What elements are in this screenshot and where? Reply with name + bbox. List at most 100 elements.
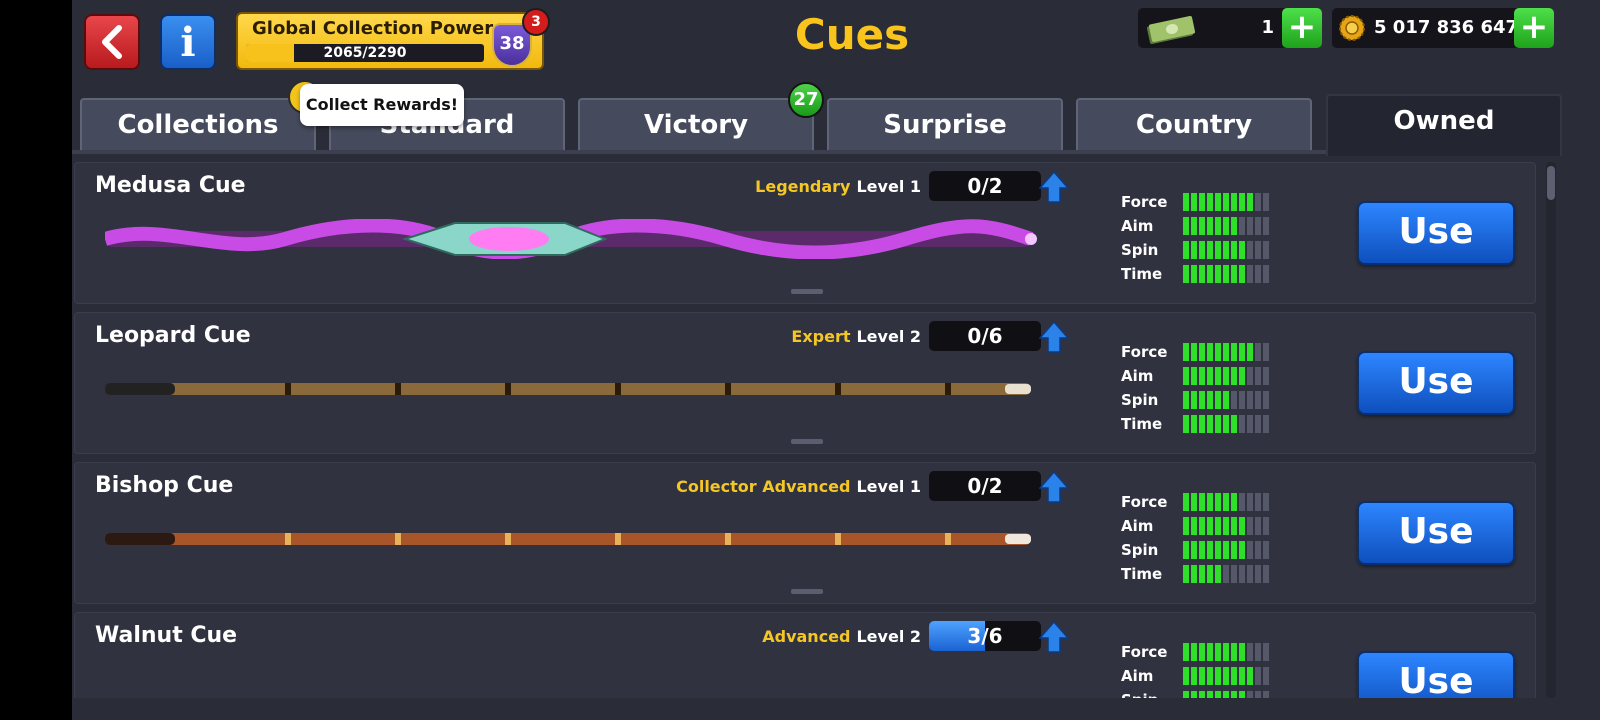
stat-bar-force — [1183, 193, 1269, 211]
notification-badge: 3 — [522, 8, 550, 36]
back-arrow-icon — [102, 25, 122, 59]
cue-stats: Force Aim Spin Time — [1121, 341, 1281, 437]
stat-label-force: Force — [1121, 193, 1168, 211]
stat-segment — [1223, 493, 1229, 511]
stat-segment — [1207, 517, 1213, 535]
stat-segment — [1239, 667, 1245, 685]
stat-segment — [1215, 667, 1221, 685]
upgrade-arrow-icon[interactable] — [1039, 321, 1069, 353]
stat-segment — [1239, 643, 1245, 661]
card-expand-handle[interactable] — [791, 439, 823, 444]
stat-bar-force — [1183, 643, 1269, 661]
stat-segment — [1263, 565, 1269, 583]
stat-segment — [1207, 367, 1213, 385]
stat-segment — [1191, 367, 1197, 385]
stat-segment — [1199, 265, 1205, 283]
stat-segment — [1199, 391, 1205, 409]
upgrade-arrow-icon[interactable] — [1039, 621, 1069, 653]
stat-segment — [1215, 493, 1221, 511]
stat-segment — [1183, 643, 1189, 661]
stat-segment — [1239, 541, 1245, 559]
stat-segment — [1183, 367, 1189, 385]
stat-segment — [1247, 343, 1253, 361]
stat-segment — [1191, 565, 1197, 583]
tab-country[interactable]: Country — [1076, 98, 1312, 150]
stat-row-aim: Aim — [1121, 665, 1281, 689]
stat-segment — [1255, 517, 1261, 535]
stat-segment — [1239, 193, 1245, 211]
cue-card-walnut-cue: Walnut Cue Advanced Level 2 3/6 Force Aim S… — [74, 612, 1536, 698]
add-cash-button[interactable]: + — [1282, 8, 1322, 48]
stat-segment — [1255, 493, 1261, 511]
card-expand-handle[interactable] — [791, 289, 823, 294]
stat-segment — [1263, 493, 1269, 511]
cue-image — [105, 383, 1031, 395]
stat-segment — [1191, 493, 1197, 511]
add-coins-button[interactable]: + — [1514, 8, 1554, 48]
stat-segment — [1231, 667, 1237, 685]
stat-bar-time — [1183, 265, 1269, 283]
stat-segment — [1247, 517, 1253, 535]
card-expand-handle[interactable] — [791, 589, 823, 594]
stat-bar-aim — [1183, 667, 1269, 685]
scrollbar-thumb[interactable] — [1547, 166, 1555, 200]
stat-segment — [1231, 643, 1237, 661]
coin-icon — [1339, 15, 1365, 41]
cue-name: Walnut Cue — [95, 623, 238, 648]
stat-segment — [1191, 343, 1197, 361]
tab-owned[interactable]: Owned — [1326, 94, 1562, 156]
stat-segment — [1263, 541, 1269, 559]
cue-name: Medusa Cue — [95, 173, 246, 198]
use-cue-button[interactable]: Use — [1357, 651, 1515, 698]
stat-segment — [1231, 367, 1237, 385]
stat-segment — [1183, 241, 1189, 259]
cue-rarity: Advanced — [762, 627, 851, 646]
upgrade-arrow-icon[interactable] — [1039, 471, 1069, 503]
stat-segment — [1199, 415, 1205, 433]
info-button[interactable]: i — [160, 14, 216, 70]
tab-victory[interactable]: Victory — [578, 98, 814, 150]
use-cue-button[interactable]: Use — [1357, 351, 1515, 415]
cue-rarity: Collector Advanced — [676, 477, 851, 496]
stat-segment — [1207, 241, 1213, 259]
stat-segment — [1183, 217, 1189, 235]
info-icon: i — [180, 18, 196, 66]
stat-segment — [1255, 391, 1261, 409]
stat-segment — [1191, 643, 1197, 661]
stat-segment — [1191, 517, 1197, 535]
back-button[interactable] — [84, 14, 140, 70]
stat-segment — [1191, 541, 1197, 559]
victory-tab-badge: 27 — [788, 82, 824, 118]
stat-segment — [1239, 265, 1245, 283]
stat-segment — [1223, 691, 1229, 698]
cue-level: Level 2 — [856, 327, 921, 346]
cue-upgrade-progress-text: 0/6 — [967, 324, 1003, 348]
stat-segment — [1263, 667, 1269, 685]
collect-rewards-tooltip[interactable]: Collect Rewards! — [300, 84, 464, 126]
stat-segment — [1223, 565, 1229, 583]
stat-segment — [1223, 217, 1229, 235]
use-cue-button[interactable]: Use — [1357, 201, 1515, 265]
cue-list-scrollbar[interactable] — [1546, 162, 1556, 698]
stat-label-aim: Aim — [1121, 667, 1154, 685]
stat-segment — [1255, 667, 1261, 685]
upgrade-arrow-icon[interactable] — [1039, 171, 1069, 203]
stat-segment — [1215, 643, 1221, 661]
tab-collections[interactable]: Collections — [80, 98, 316, 150]
cue-rarity-level: Expert Level 2 — [791, 327, 921, 346]
coin-counter: 5 017 836 647 + — [1332, 8, 1554, 48]
cue-level: Level 1 — [856, 477, 921, 496]
stat-segment — [1247, 691, 1253, 698]
tab-surprise[interactable]: Surprise — [827, 98, 1063, 150]
cue-level: Level 2 — [856, 627, 921, 646]
cash-counter: 1 + — [1138, 8, 1322, 48]
stat-segment — [1215, 541, 1221, 559]
cue-upgrade-progress-text: 3/6 — [967, 624, 1003, 648]
stat-segment — [1231, 241, 1237, 259]
stat-segment — [1231, 691, 1237, 698]
stat-label-aim: Aim — [1121, 517, 1154, 535]
use-cue-button[interactable]: Use — [1357, 501, 1515, 565]
cue-image — [105, 669, 1037, 698]
stat-segment — [1199, 367, 1205, 385]
stat-bar-spin — [1183, 241, 1269, 259]
